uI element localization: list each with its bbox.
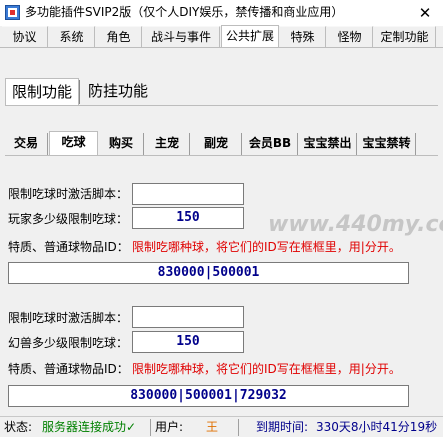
tab-battle-events[interactable]: 战斗与事件 (143, 26, 220, 47)
tab-custom[interactable]: 定制功能 (374, 26, 436, 47)
tab-sub-pet[interactable]: 副宠 (191, 133, 242, 155)
player-level-input[interactable]: 150 (132, 207, 244, 229)
player-items-hint: 限制吃哪种球，将它们的ID写在框框里，用|分开。 (132, 240, 401, 254)
expiry-value: 330天8小时41分19秒 (316, 420, 438, 434)
tab-protocol[interactable]: 协议 (2, 26, 48, 47)
status-bar: 状态: 服务器连接成功✓ 用户: 王 到期时间: 330天8小时41分19秒 (0, 416, 443, 437)
tab-public-extension[interactable]: 公共扩展 (221, 25, 279, 48)
divider (0, 47, 443, 48)
tab-vip-bb[interactable]: 会员BB (243, 133, 298, 155)
pet-items-label: 特质、普通球物品ID： (8, 362, 129, 376)
player-items-label: 特质、普通球物品ID： (8, 240, 129, 254)
app-icon (5, 5, 20, 20)
tab-trade[interactable]: 交易 (5, 133, 48, 155)
close-button[interactable]: ✕ (412, 2, 438, 24)
status-label: 状态: (4, 420, 33, 434)
tab-character[interactable]: 角色 (96, 26, 142, 47)
pet-level-label: 幻兽多少级限制吃球： (8, 336, 129, 350)
player-script-input[interactable] (132, 183, 244, 205)
top-tab-bar: 协议 系统 角色 战斗与事件 公共扩展 特殊 怪物 定制功能 (0, 25, 443, 48)
status-value: 服务器连接成功✓ (42, 420, 137, 434)
tab-anti-cheat[interactable]: 防挂功能 (80, 78, 156, 105)
player-items-input[interactable]: 830000|500001 (8, 262, 409, 284)
divider (5, 105, 438, 106)
tab-buy[interactable]: 购买 (99, 133, 144, 155)
tab-limit-functions[interactable]: 限制功能 (5, 78, 79, 105)
user-value: 王 (206, 420, 219, 434)
pet-script-label: 限制吃球时激活脚本： (8, 311, 129, 325)
tab-pet-ban-out[interactable]: 宝宝禁出 (299, 133, 357, 155)
watermark: www.440my.com (268, 212, 443, 237)
tab-pet-ban-transfer[interactable]: 宝宝禁转 (358, 133, 416, 155)
pet-script-input[interactable] (132, 306, 244, 328)
pet-items-hint: 限制吃哪种球，将它们的ID写在框框里，用|分开。 (132, 362, 401, 376)
expiry-label: 到期时间: (256, 420, 309, 434)
player-script-label: 限制吃球时激活脚本： (8, 187, 129, 201)
user-label: 用户: (155, 420, 184, 434)
tab-system[interactable]: 系统 (49, 26, 95, 47)
pet-level-input[interactable]: 150 (132, 331, 244, 353)
window-title: 多功能插件SVIP2版（仅个人DIY娱乐，禁传播和商业应用） (25, 5, 344, 19)
tab-monster[interactable]: 怪物 (327, 26, 373, 47)
tab-main-pet[interactable]: 主宠 (145, 133, 190, 155)
tab-eat-ball[interactable]: 吃球 (49, 131, 98, 156)
divider (150, 419, 151, 436)
divider (238, 419, 239, 436)
player-level-label: 玩家多少级限制吃球： (8, 212, 129, 226)
pet-items-input[interactable]: 830000|500001|729032 (8, 385, 409, 407)
tab-special[interactable]: 特殊 (280, 26, 326, 47)
